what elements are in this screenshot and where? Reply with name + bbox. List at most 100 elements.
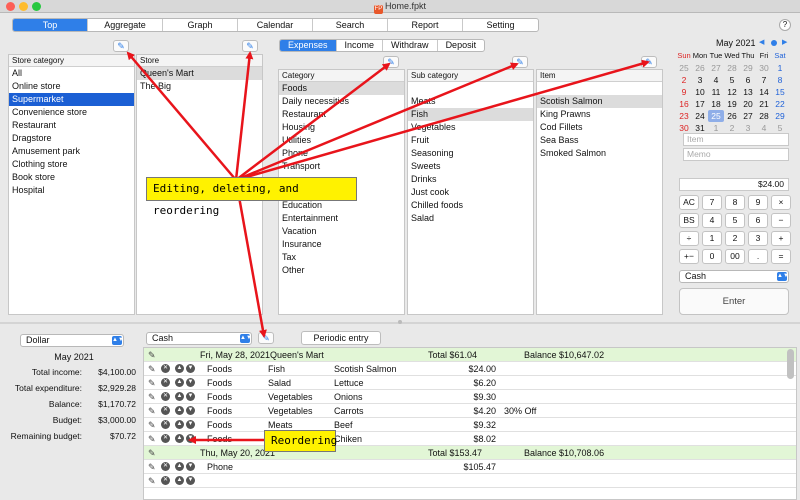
calendar-day[interactable]: 6 — [740, 74, 756, 86]
pencil-icon[interactable]: ✎ — [148, 474, 156, 488]
edit-subcategory-button[interactable]: ✎ — [512, 56, 528, 68]
category-row[interactable]: Transport — [279, 160, 404, 173]
subcategory-row[interactable]: Just cook — [408, 186, 533, 199]
move-up-icon[interactable]: ▲ — [175, 434, 184, 443]
category-row[interactable]: Utilities — [279, 134, 404, 147]
move-down-icon[interactable]: ▼ — [186, 392, 195, 401]
delete-icon[interactable]: ✕ — [161, 406, 170, 415]
periodic-entry-button[interactable]: Periodic entry — [301, 331, 381, 345]
move-down-icon[interactable]: ▼ — [186, 476, 195, 485]
ledger-account-select[interactable]: Cash ▲▼ — [146, 332, 252, 345]
key-1-0[interactable]: BS — [679, 213, 699, 228]
edit-account-button[interactable]: ✎ — [258, 332, 274, 344]
next-month-icon[interactable]: ▶ — [782, 38, 787, 46]
subtab-expenses[interactable]: Expenses — [280, 40, 337, 51]
calendar-day[interactable]: 28 — [724, 62, 740, 74]
key-3-1[interactable]: 0 — [702, 249, 722, 264]
category-row[interactable]: Phone — [279, 147, 404, 160]
category-row[interactable]: Other — [279, 264, 404, 277]
store-category-row[interactable]: Supermarket — [9, 93, 134, 106]
ledger-date-row[interactable]: ✎ Thu, May 20, 2021 Total $153.47 Balance $… — [144, 446, 796, 460]
store-category-row[interactable]: Convenience store — [9, 106, 134, 119]
prev-month-icon[interactable]: ◀ — [759, 38, 764, 46]
key-0-2[interactable]: 8 — [725, 195, 745, 210]
calendar-day[interactable]: 12 — [724, 86, 740, 98]
ledger-entry-row[interactable]: ✎ ✕ ▲ ▼ — [144, 474, 796, 488]
category-row[interactable]: Daily necessities — [279, 95, 404, 108]
category-row[interactable]: Vacation — [279, 225, 404, 238]
tab-calendar[interactable]: Calendar — [238, 19, 313, 31]
tab-graph[interactable]: Graph — [163, 19, 238, 31]
move-up-icon[interactable]: ▲ — [175, 462, 184, 471]
calendar-day[interactable]: 5 — [724, 74, 740, 86]
key-3-2[interactable]: 00 — [725, 249, 745, 264]
delete-icon[interactable]: ✕ — [161, 378, 170, 387]
delete-icon[interactable]: ✕ — [161, 392, 170, 401]
store-category-row[interactable]: Clothing store — [9, 158, 134, 171]
edit-item-button[interactable]: ✎ — [641, 56, 657, 68]
calendar-day[interactable]: 24 — [692, 110, 708, 122]
pencil-icon[interactable]: ✎ — [148, 376, 156, 390]
store-category-row[interactable]: All — [9, 67, 134, 80]
calendar-day[interactable]: 27 — [708, 62, 724, 74]
pencil-icon[interactable]: ✎ — [148, 362, 156, 376]
store-category-row[interactable]: Amusement park — [9, 145, 134, 158]
delete-icon[interactable]: ✕ — [161, 476, 170, 485]
splitter-handle-icon[interactable] — [398, 320, 402, 324]
key-0-3[interactable]: 9 — [748, 195, 768, 210]
key-1-4[interactable]: − — [771, 213, 791, 228]
calendar-day[interactable]: 4 — [708, 74, 724, 86]
subtab-income[interactable]: Income — [337, 40, 384, 51]
key-1-2[interactable]: 5 — [725, 213, 745, 228]
ledger-entry-row[interactable]: ✎ ✕ ▲ ▼ Foods Salad Lettuce $6.20 — [144, 376, 796, 390]
ledger-date-row[interactable]: ✎ Fri, May 28, 2021 Queen's Mart Total $61.… — [144, 348, 796, 362]
calendar-day[interactable]: 25 — [708, 110, 724, 122]
store-category-row[interactable]: Online store — [9, 80, 134, 93]
calendar-day[interactable]: 16 — [676, 98, 692, 110]
amount-display[interactable]: $24.00 — [679, 178, 789, 191]
pencil-icon[interactable]: ✎ — [148, 460, 156, 474]
calendar-day[interactable]: 9 — [676, 86, 692, 98]
key-0-1[interactable]: 7 — [702, 195, 722, 210]
calendar-day[interactable]: 1 — [772, 62, 788, 74]
pencil-icon[interactable]: ✎ — [148, 418, 156, 432]
subcategory-row[interactable]: Sweets — [408, 160, 533, 173]
category-row[interactable]: Housing — [279, 121, 404, 134]
calendar-day[interactable]: 29 — [740, 62, 756, 74]
pencil-icon[interactable]: ✎ — [148, 446, 156, 460]
key-3-4[interactable]: = — [771, 249, 791, 264]
calendar-day[interactable]: 20 — [740, 98, 756, 110]
subtab-withdraw[interactable]: Withdraw — [383, 40, 438, 51]
category-row[interactable]: Insurance — [279, 238, 404, 251]
store-category-row[interactable]: Book store — [9, 171, 134, 184]
subcategory-row[interactable]: Chilled foods — [408, 199, 533, 212]
calendar-day[interactable]: 22 — [772, 98, 788, 110]
item-input[interactable]: Item — [683, 133, 789, 146]
help-button[interactable]: ? — [779, 19, 791, 31]
key-0-4[interactable]: × — [771, 195, 791, 210]
calendar-day[interactable]: 28 — [756, 110, 772, 122]
ledger-entry-row[interactable]: ✎ ✕ ▲ ▼ Phone $105.47 — [144, 460, 796, 474]
move-down-icon[interactable]: ▼ — [186, 434, 195, 443]
calendar-day[interactable]: 10 — [692, 86, 708, 98]
key-2-2[interactable]: 2 — [725, 231, 745, 246]
delete-icon[interactable]: ✕ — [161, 420, 170, 429]
move-down-icon[interactable]: ▼ — [186, 420, 195, 429]
key-1-3[interactable]: 6 — [748, 213, 768, 228]
calendar-day[interactable]: 23 — [676, 110, 692, 122]
calendar-day[interactable]: 27 — [740, 110, 756, 122]
move-up-icon[interactable]: ▲ — [175, 420, 184, 429]
pencil-icon[interactable]: ✎ — [148, 390, 156, 404]
memo-input[interactable]: Memo — [683, 148, 789, 161]
tab-aggregate[interactable]: Aggregate — [88, 19, 163, 31]
calendar-day[interactable]: 11 — [708, 86, 724, 98]
subcategory-row[interactable]: Fish — [408, 108, 533, 121]
ledger-scrollbar[interactable] — [787, 349, 794, 379]
calendar-day[interactable]: 26 — [724, 110, 740, 122]
pencil-icon[interactable]: ✎ — [148, 348, 156, 362]
item-row[interactable]: Smoked Salmon — [537, 147, 662, 160]
key-1-1[interactable]: 4 — [702, 213, 722, 228]
subcategory-row[interactable]: Salad — [408, 212, 533, 225]
ledger-entry-row[interactable]: ✎✕▲▼FoodsMeatsChiken$8.02 — [144, 432, 796, 446]
edit-category-button[interactable]: ✎ — [383, 56, 399, 68]
